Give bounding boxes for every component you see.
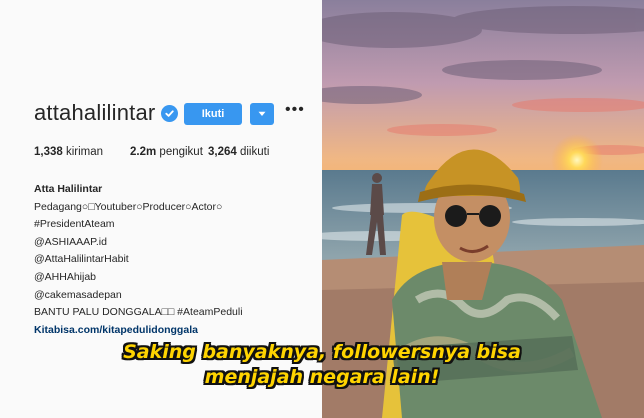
more-options-icon[interactable]: ••• (285, 101, 305, 119)
profile-header: attahalilintar (34, 100, 179, 126)
follow-button[interactable]: Ikuti (184, 103, 242, 125)
bio-mention[interactable]: @ASHIAAAP.id (34, 234, 243, 252)
bio-full-name: Atta Halilintar (34, 183, 103, 195)
posts-count-value: 1,338 (34, 146, 63, 158)
bio-website-link[interactable]: Kitabisa.com/kitapedulidonggala (34, 322, 243, 340)
bio-mention[interactable]: @AttaHalilintarHabit (34, 251, 243, 269)
caret-down-icon (258, 111, 266, 116)
caption-line-2: menjajah negara lain! (204, 366, 440, 388)
followers-count-value: 2.2m (130, 146, 157, 158)
following-count-label: diikuti (239, 146, 270, 158)
following-count[interactable]: 3,264 diikuti (208, 146, 269, 158)
posts-count-label: kiriman (65, 146, 104, 158)
bio-mention[interactable]: @cakemasadepan (34, 287, 243, 305)
followers-count[interactable]: 2.2m pengikut (130, 146, 203, 158)
caption-line-1: Saking banyaknya, followersnya bisa (123, 341, 521, 363)
bio-mention[interactable]: @AHHAhijab (34, 269, 243, 287)
profile-username: attahalilintar (34, 100, 156, 125)
suggestions-dropdown-button[interactable] (250, 103, 274, 125)
meme-caption: Saking banyaknya, followersnya bisa menj… (0, 340, 644, 390)
posts-count[interactable]: 1,338 kiriman (34, 146, 103, 158)
verified-badge-icon (161, 104, 179, 122)
bio-line: Pedagang○□Youtuber○Producer○Actor○ (34, 200, 223, 213)
following-count-value: 3,264 (208, 146, 237, 158)
followers-count-label: pengikut (159, 146, 203, 158)
bio-hashtag[interactable]: #PresidentAteam (34, 216, 243, 234)
profile-bio: Atta Halilintar Pedagang○□Youtuber○Produ… (34, 181, 243, 339)
bio-line: BANTU PALU DONGGALA□□ #AteamPeduli (34, 306, 243, 319)
